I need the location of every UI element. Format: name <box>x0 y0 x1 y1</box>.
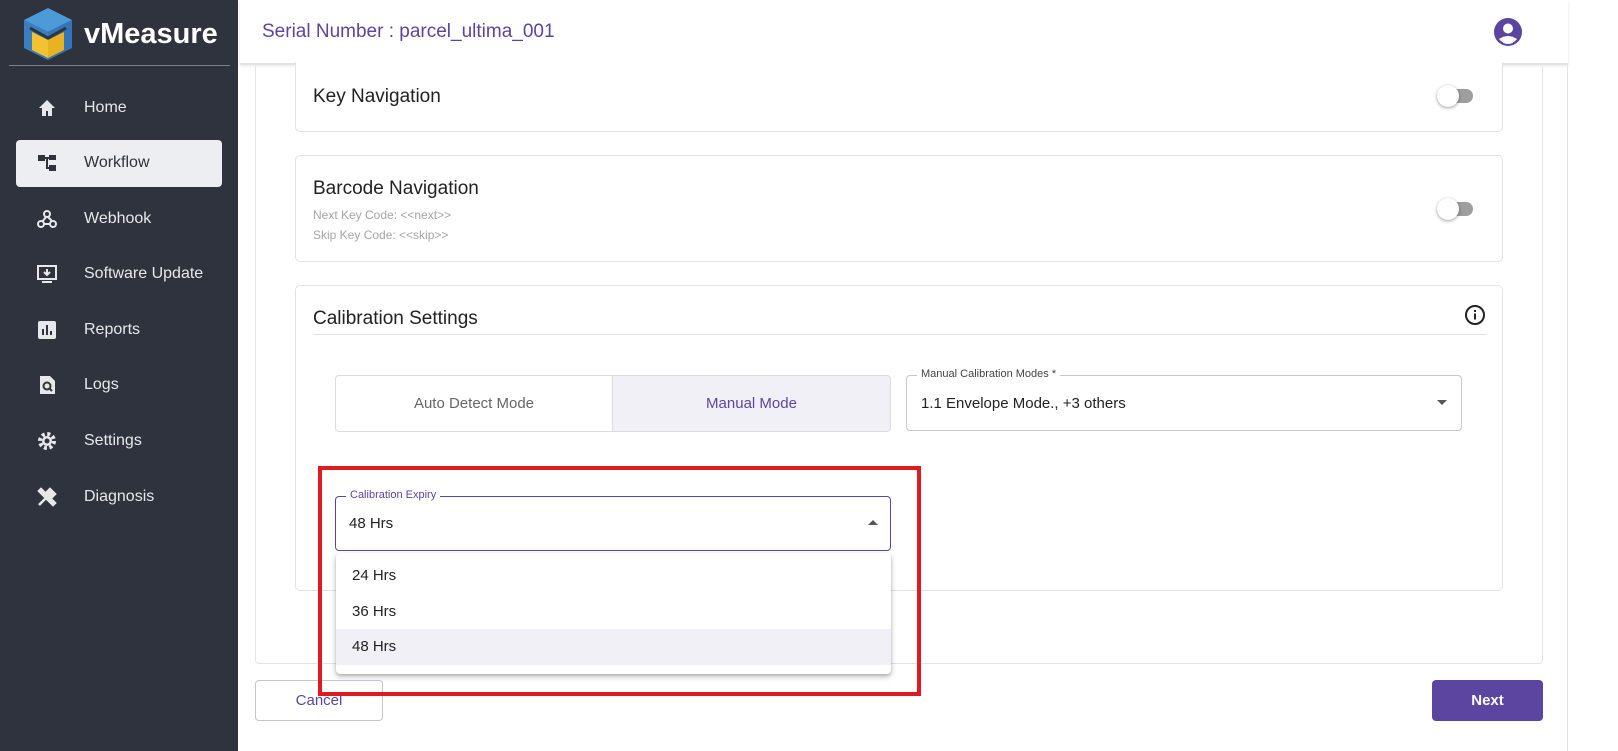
home-icon <box>36 97 58 119</box>
calibration-expiry-dropdown: 24 Hrs 36 Hrs 48 Hrs <box>336 553 891 674</box>
chevron-down-icon <box>1437 400 1447 405</box>
sidebar-item-label: Logs <box>84 376 119 394</box>
sidebar-item-software-update[interactable]: Software Update <box>16 251 222 298</box>
sidebar-item-label: Settings <box>84 432 142 450</box>
barcode-navigation-card: Barcode Navigation Next Key Code: <<next… <box>295 155 1503 262</box>
option-36-hrs[interactable]: 36 Hrs <box>336 594 891 630</box>
card-title: Key Navigation <box>313 86 441 107</box>
cancel-button[interactable]: Cancel <box>255 680 383 721</box>
workflow-icon <box>36 152 58 174</box>
info-icon[interactable] <box>1464 304 1486 326</box>
app-name: vMeasure <box>84 17 218 50</box>
divider <box>9 65 230 66</box>
sidebar-nav: Home Workflow Webhook Software Update Report… <box>16 84 222 529</box>
sidebar: vMeasure Home Workflow Webhook Software Upd… <box>0 0 238 751</box>
sidebar-item-workflow[interactable]: Workflow <box>16 139 222 187</box>
field-label: Manual Calibration Modes * <box>917 368 1061 380</box>
divider <box>313 334 1487 335</box>
next-key-code: Next Key Code: <<next>> <box>313 208 452 222</box>
option-48-hrs[interactable]: 48 Hrs <box>336 629 891 665</box>
gear-icon <box>36 430 58 452</box>
next-button[interactable]: Next <box>1432 680 1543 721</box>
serial-number: Serial Number : parcel_ultima_001 <box>262 21 555 42</box>
sidebar-item-label: Webhook <box>84 209 152 227</box>
account-icon[interactable] <box>1494 18 1522 46</box>
sidebar-item-label: Home <box>84 98 127 116</box>
key-navigation-card: Key Navigation <box>295 62 1503 132</box>
manual-calibration-modes-select[interactable]: Manual Calibration Modes * 1.1 Envelope … <box>906 368 1462 431</box>
software-update-icon <box>36 263 58 285</box>
chevron-up-icon <box>868 520 878 525</box>
option-24-hrs[interactable]: 24 Hrs <box>336 558 891 594</box>
sidebar-item-label: Reports <box>84 320 141 338</box>
sidebar-item-settings[interactable]: Settings <box>16 418 222 465</box>
sidebar-item-logs[interactable]: Logs <box>16 362 222 409</box>
sidebar-item-home[interactable]: Home <box>16 84 222 131</box>
logs-icon <box>36 374 58 396</box>
calibration-expiry-select[interactable]: Calibration Expiry 48 Hrs <box>335 489 891 551</box>
card-title: Barcode Navigation <box>313 178 479 199</box>
sidebar-item-webhook[interactable]: Webhook <box>16 195 222 242</box>
webhook-icon <box>36 208 58 230</box>
auto-detect-mode-button[interactable]: Auto Detect Mode <box>335 375 613 432</box>
logo-icon <box>24 8 72 60</box>
key-navigation-toggle[interactable] <box>1437 85 1475 107</box>
tools-icon <box>36 486 58 508</box>
sidebar-item-label: Software Update <box>84 265 204 283</box>
card-title: Calibration Settings <box>313 308 478 329</box>
select-value: 48 Hrs <box>349 515 394 532</box>
manual-mode-button[interactable]: Manual Mode <box>612 375 891 432</box>
select-value: 1.1 Envelope Mode., +3 others <box>921 395 1126 412</box>
sidebar-item-label: Workflow <box>84 154 150 172</box>
barcode-navigation-toggle[interactable] <box>1437 198 1475 220</box>
skip-key-code: Skip Key Code: <<skip>> <box>313 228 449 242</box>
sidebar-item-reports[interactable]: Reports <box>16 306 222 353</box>
logo: vMeasure <box>20 6 218 62</box>
scrollbar-track[interactable] <box>1567 65 1568 751</box>
header: Serial Number : parcel_ultima_001 <box>240 0 1568 65</box>
reports-icon <box>36 319 58 341</box>
field-label: Calibration Expiry <box>346 489 441 501</box>
sidebar-item-diagnosis[interactable]: Diagnosis <box>16 473 222 520</box>
sidebar-item-label: Diagnosis <box>84 487 155 505</box>
